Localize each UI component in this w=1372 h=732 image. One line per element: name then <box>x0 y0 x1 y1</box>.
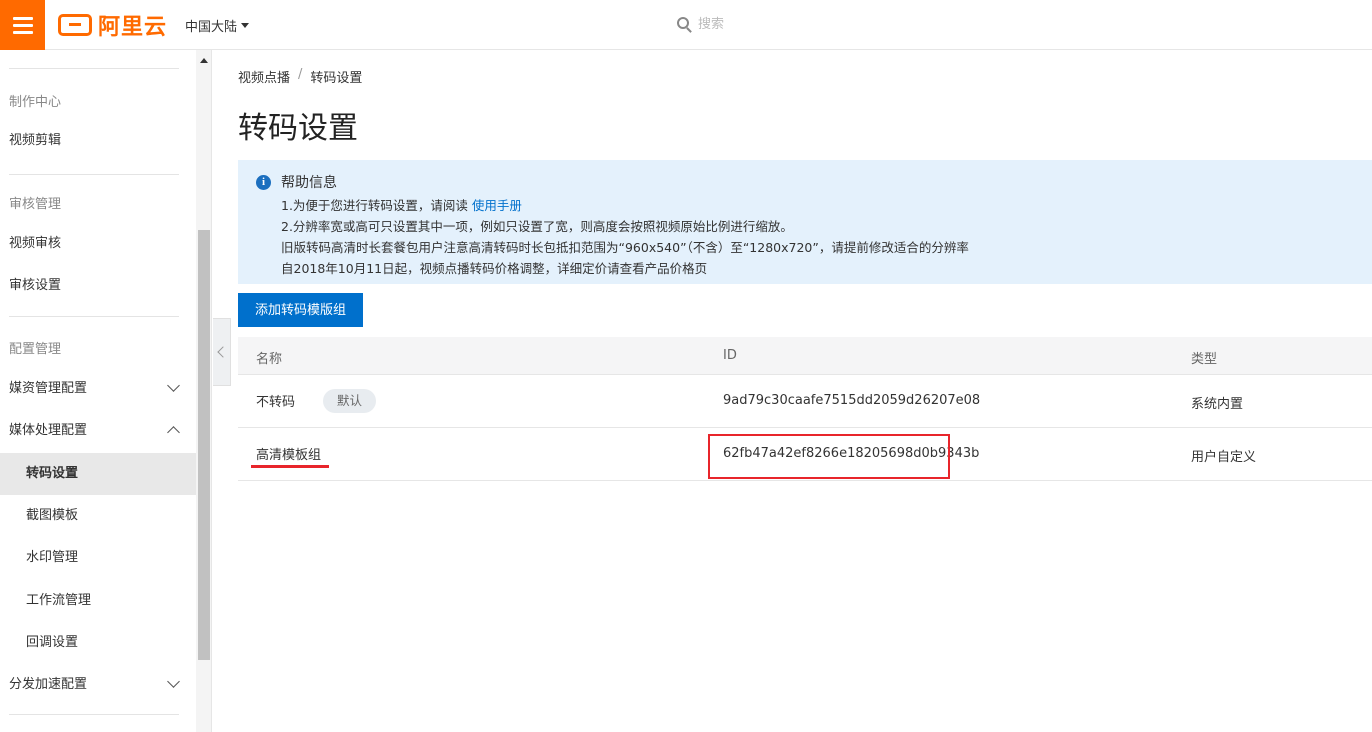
default-badge: 默认 <box>323 389 377 413</box>
search-box[interactable]: 搜索 <box>677 13 724 32</box>
sidebar-item-media-process-config[interactable]: 媒体处理配置 <box>9 410 196 452</box>
sidebar-item-callback[interactable]: 回调设置 <box>0 622 196 664</box>
help-line-3: 旧版转码高清时长套餐包用户注意高清转码时长包抵扣范围为“960x540”（不含）… <box>281 240 969 255</box>
top-bar: 阿里云 中国大陆 搜索 <box>0 0 1372 50</box>
help-line-1-text: 1.为便于您进行转码设置，请阅读 <box>281 198 472 213</box>
sidebar-item-video-review[interactable]: 视频审核 <box>9 223 196 265</box>
scrollbar-thumb[interactable] <box>198 230 210 660</box>
user-manual-link[interactable]: 使用手册 <box>472 198 522 213</box>
sidebar-item-label: 媒资管理配置 <box>9 381 88 396</box>
annotation-underline <box>251 465 329 468</box>
sidebar-group-production: 制作中心 <box>9 95 62 110</box>
column-header-name: 名称 <box>256 352 283 367</box>
caret-down-icon <box>241 23 250 28</box>
aliyun-logo-icon <box>58 14 92 36</box>
sidebar-item-label: 分发加速配置 <box>9 677 88 692</box>
help-line-1: 1.为便于您进行转码设置，请阅读 使用手册 <box>281 195 522 214</box>
region-label: 中国大陆 <box>185 20 238 35</box>
menu-icon[interactable] <box>0 0 45 50</box>
sidebar-group-review: 审核管理 <box>9 197 62 212</box>
sidebar-item-media-asset-config[interactable]: 媒资管理配置 <box>9 368 196 410</box>
sidebar-item-label: 媒体处理配置 <box>9 423 88 438</box>
sidebar-divider <box>9 714 179 715</box>
info-icon: i <box>256 175 271 190</box>
breadcrumb-root[interactable]: 视频点播 <box>238 67 290 86</box>
template-type: 系统内置 <box>1191 397 1244 412</box>
help-title: 帮助信息 <box>281 175 337 191</box>
sidebar-item-review-settings[interactable]: 审核设置 <box>9 265 196 307</box>
sidebar-item-distribution[interactable]: 分发加速配置 <box>9 664 196 706</box>
aliyun-logo[interactable]: 阿里云 <box>58 11 168 40</box>
sidebar-item-snapshot-template[interactable]: 截图模板 <box>0 495 196 537</box>
sidebar-item-watermark[interactable]: 水印管理 <box>0 537 196 579</box>
transcode-template-table: 名称 ID 类型 不转码 默认 9ad79c30caafe7515dd2059d… <box>238 337 1372 481</box>
sidebar-item-video-edit[interactable]: 视频剪辑 <box>9 120 196 162</box>
table-row[interactable]: 高清模板组 62fb47a42ef8266e18205698d0b9343b 用… <box>238 428 1372 481</box>
sidebar-group-config: 配置管理 <box>9 342 62 357</box>
add-transcode-group-button[interactable]: 添加转码模版组 <box>238 293 363 327</box>
table-header: 名称 ID 类型 <box>238 337 1372 375</box>
breadcrumb: 视频点播 / 转码设置 <box>238 67 362 86</box>
chevron-down-icon <box>167 379 180 392</box>
sidebar-item-workflow[interactable]: 工作流管理 <box>0 580 196 622</box>
page-title: 转码设置 <box>238 111 358 146</box>
sidebar-collapse-handle[interactable] <box>213 318 231 386</box>
region-selector[interactable]: 中国大陆 <box>185 16 250 35</box>
template-name: 不转码 <box>256 395 296 410</box>
column-header-type: 类型 <box>1191 352 1218 367</box>
sidebar-item-transcode-settings[interactable]: 转码设置 <box>0 453 196 495</box>
logo-text: 阿里云 <box>98 15 168 40</box>
template-name: 高清模板组 <box>256 448 322 463</box>
chevron-up-icon <box>167 426 180 439</box>
chevron-down-icon <box>167 675 180 688</box>
search-input[interactable]: 搜索 <box>698 13 724 32</box>
sidebar: 制作中心 视频剪辑 审核管理 视频审核 审核设置 配置管理 媒资管理配置 媒体处… <box>0 50 196 732</box>
sidebar-scrollbar[interactable] <box>196 50 212 732</box>
template-type: 用户自定义 <box>1191 450 1257 465</box>
help-info-box: i 帮助信息 1.为便于您进行转码设置，请阅读 使用手册 2.分辨率宽或高可只设… <box>238 160 1372 284</box>
search-icon <box>677 16 689 29</box>
breadcrumb-current: 转码设置 <box>310 71 363 86</box>
template-id: 9ad79c30caafe7515dd2059d26207e08 <box>723 393 981 408</box>
sidebar-divider <box>9 68 179 69</box>
help-line-4: 自2018年10月11日起，视频点播转码价格调整，详细定价请查看产品价格页 <box>281 261 708 276</box>
breadcrumb-separator: / <box>298 67 303 82</box>
sidebar-divider <box>9 174 179 175</box>
scroll-up-icon[interactable] <box>200 58 208 63</box>
annotation-highlight-box <box>708 434 950 479</box>
sidebar-divider <box>9 316 179 317</box>
table-row[interactable]: 不转码 默认 9ad79c30caafe7515dd2059d26207e08 … <box>238 375 1372 428</box>
column-header-id: ID <box>723 348 737 363</box>
help-line-2: 2.分辨率宽或高可只设置其中一项，例如只设置了宽，则高度会按照视频原始比例进行缩… <box>281 219 793 234</box>
